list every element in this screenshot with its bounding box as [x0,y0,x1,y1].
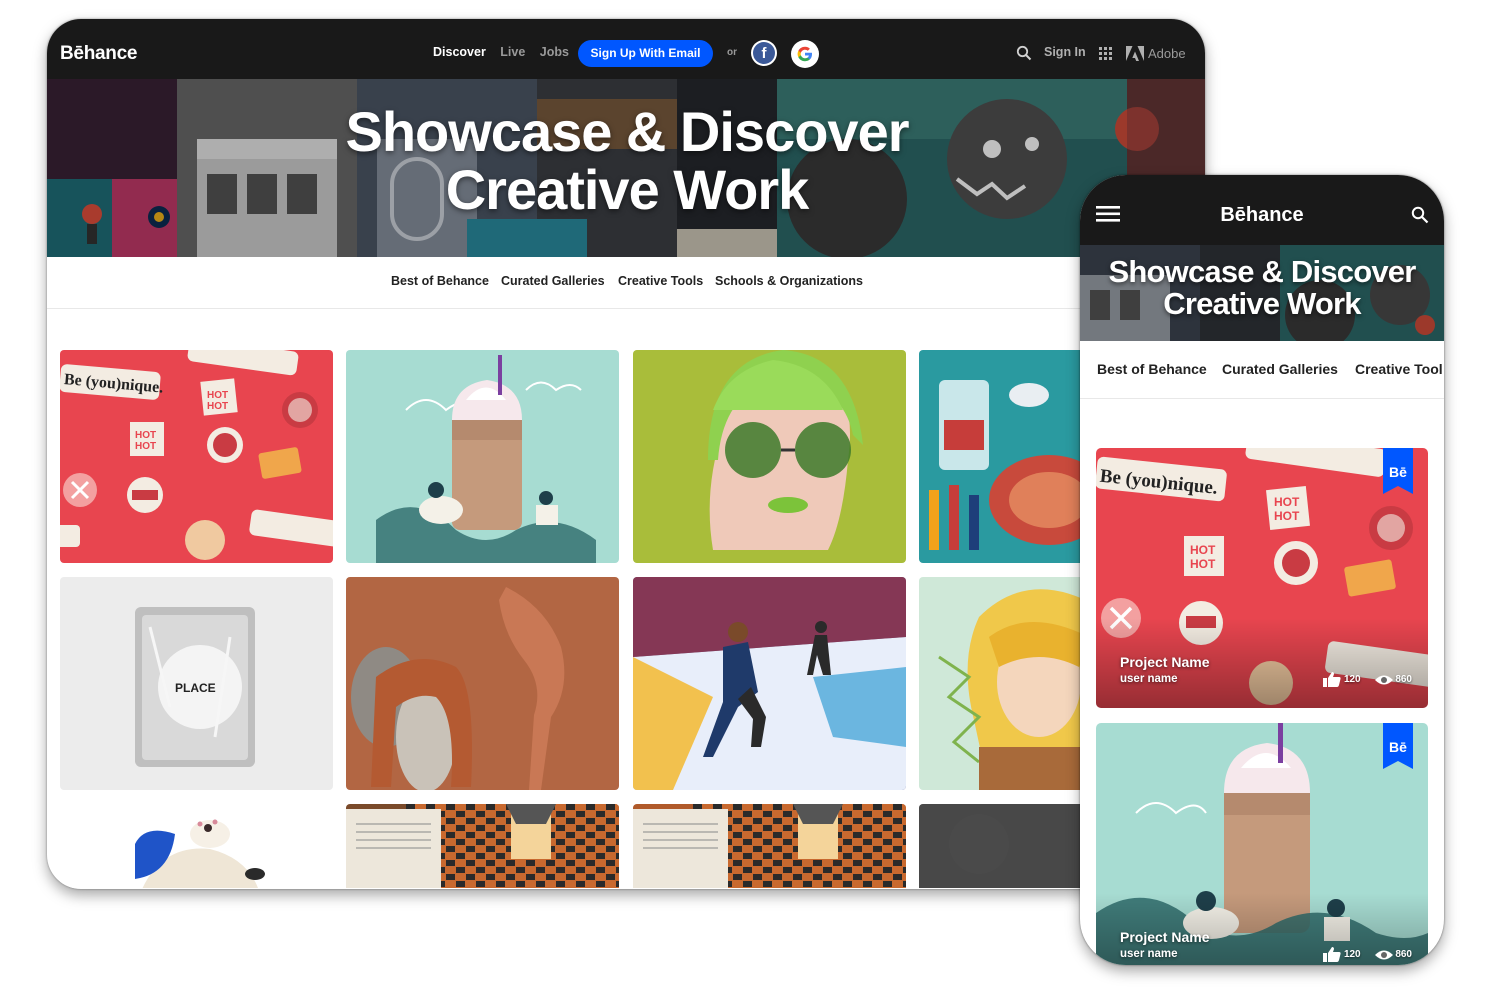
eye-icon [1374,950,1393,959]
nav-discover[interactable]: Discover [433,45,486,59]
svg-text:HOT: HOT [1190,543,1216,557]
search-icon[interactable] [1016,45,1032,61]
project-thumbnail [633,577,906,790]
project-thumbnail [633,804,906,888]
svg-text:HOT: HOT [135,430,156,441]
project-tile-dog[interactable] [60,804,333,888]
card-likes-count: 120 [1343,949,1361,961]
subnav-curated-galleries[interactable]: Curated Galleries [1222,361,1338,377]
behance-badge-text: Bē [1389,739,1407,755]
thumbs-up-icon [1323,672,1341,687]
svg-text:HOT: HOT [1190,557,1216,571]
card-likes-count: 120 [1343,674,1361,686]
subnav-creative-tools[interactable]: Creative Tools [618,274,703,288]
card-views-count: 860 [1395,949,1412,961]
card-stats: 120 860 [1323,947,1412,962]
subnav-best-of-behance[interactable]: Best of Behance [391,274,489,288]
project-tile-book-spread-1[interactable] [346,804,619,888]
facebook-icon: f [753,42,775,64]
project-thumbnail: PLACE [60,577,333,790]
primary-nav: Discover Live Jobs [433,45,580,59]
card-user-name[interactable]: user name [1120,948,1178,960]
mobile-category-subnav: Best of Behance Curated Galleries Creati… [1080,341,1444,399]
subnav-curated-galleries[interactable]: Curated Galleries [501,274,605,288]
mobile-phone-mockup: Bēhance Showcase & Discover Creative Wor… [1080,175,1444,965]
nav-jobs[interactable]: Jobs [540,45,569,59]
project-thumbnail [633,350,906,563]
project-tile-green-glasses[interactable] [633,350,906,563]
hero-title-line-1: Showcase & Discover [345,100,909,163]
svg-text:HOT: HOT [1274,495,1300,509]
card-stats: 120 860 [1323,672,1412,687]
project-tile-sculpture[interactable] [346,577,619,790]
package-text: PLACE [175,681,216,695]
adobe-logo-icon[interactable] [1126,46,1144,61]
hero-title: Showcase & Discover Creative Work [47,103,1205,219]
project-tile-book-spread-2[interactable] [633,804,906,888]
mobile-behance-logo[interactable]: Bēhance [1080,204,1444,227]
behance-badge-text: Bē [1389,464,1407,480]
project-tile-frappe[interactable] [346,350,619,563]
subnav-best-of-behance[interactable]: Best of Behance [1097,361,1207,377]
subnav-schools-organizations[interactable]: Schools & Organizations [715,274,863,288]
card-project-name[interactable]: Project Name [1120,929,1209,945]
facebook-signup-button[interactable]: f [751,40,777,66]
project-tile-foil-package[interactable]: PLACE [60,577,333,790]
or-separator: or [727,47,737,58]
sign-in-link[interactable]: Sign In [1044,45,1086,59]
subnav-creative-tools[interactable]: Creative Tool [1355,361,1443,377]
adobe-link[interactable]: Adobe [1148,46,1186,61]
project-thumbnail [60,804,333,888]
project-thumbnail [346,350,619,563]
mobile-hero-title-line-1: Showcase & Discover [1108,254,1416,289]
behance-logo[interactable]: Bēhance [60,43,137,65]
search-icon[interactable] [1411,206,1429,224]
project-tile-runner[interactable] [633,577,906,790]
svg-text:HOT: HOT [207,401,228,412]
project-tile-be-younique[interactable]: Be (you)nique. HOT HOT HOT HOT [60,350,333,563]
thumbs-up-icon [1323,947,1341,962]
apps-grid-icon[interactable] [1099,47,1112,60]
card-user-name[interactable]: user name [1120,673,1178,685]
hero-title-line-2: Creative Work [445,158,810,221]
mobile-hero-title: Showcase & Discover Creative Work [1080,256,1444,320]
card-project-name[interactable]: Project Name [1120,654,1209,670]
mobile-hero-title-line-2: Creative Work [1163,286,1361,321]
mobile-hero-banner: Showcase & Discover Creative Work [1080,245,1444,341]
svg-text:HOT: HOT [1274,509,1300,523]
mobile-project-card[interactable]: Be (you)nique. HOT HOT HOT HOT Bē Projec… [1096,448,1428,708]
google-signup-button[interactable] [791,40,819,68]
desktop-browser-mockup: Bēhance Discover Live Jobs Sign Up With … [47,19,1205,889]
card-views-count: 860 [1395,674,1412,686]
hero-banner: Showcase & Discover Creative Work [47,79,1205,257]
project-thumbnail [346,577,619,790]
sign-up-with-email-button[interactable]: Sign Up With Email [578,40,713,67]
eye-icon [1374,675,1393,684]
category-subnav: Best of Behance Curated Galleries Creati… [47,257,1205,309]
project-thumbnail [346,804,619,888]
svg-text:HOT: HOT [207,390,228,401]
mobile-project-card[interactable]: Bē Project Name user name 120 860 [1096,723,1428,965]
mobile-top-nav: Bēhance [1080,175,1444,245]
svg-text:HOT: HOT [135,441,156,452]
project-thumbnail: Be (you)nique. HOT HOT HOT HOT [60,350,333,563]
google-icon [792,41,818,67]
desktop-top-nav: Bēhance Discover Live Jobs Sign Up With … [47,19,1205,79]
nav-live[interactable]: Live [500,45,525,59]
